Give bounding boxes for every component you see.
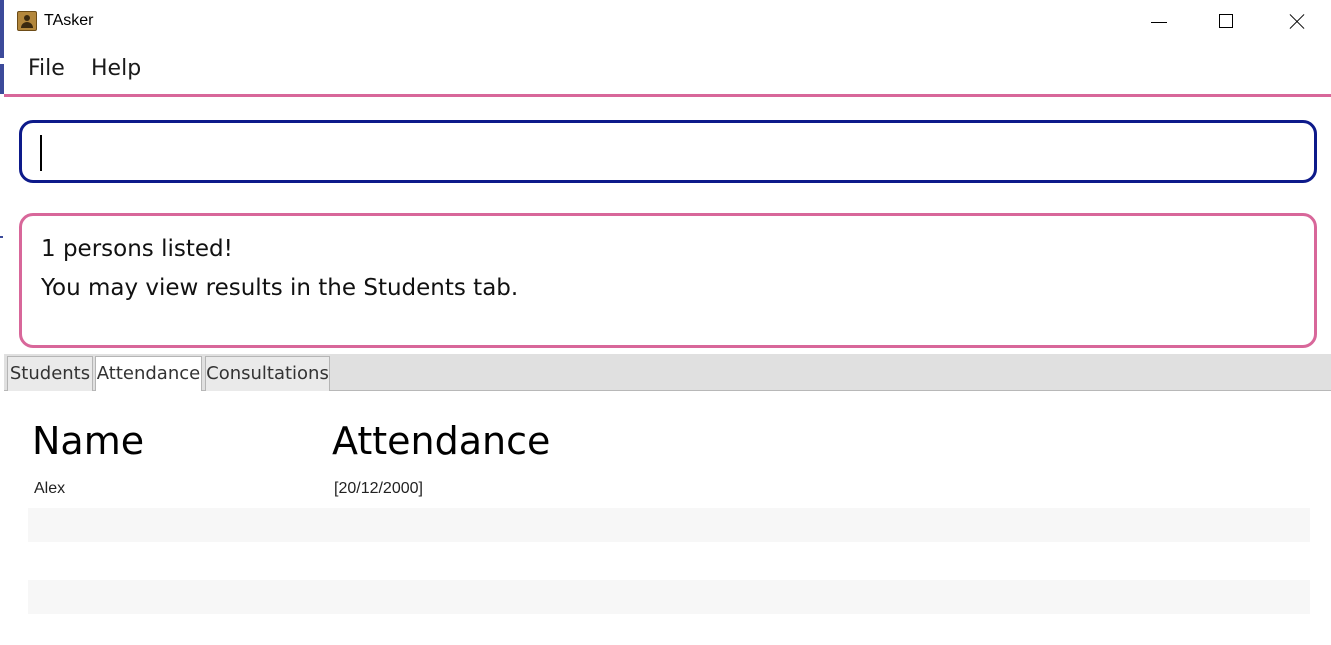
column-header-name: Name — [32, 419, 145, 463]
menu-help[interactable]: Help — [91, 56, 141, 81]
app-window: TAsker File Help 1 persons listed! You m… — [0, 0, 1331, 645]
attendance-panel: Name Attendance Alex [20/12/2000] — [4, 391, 1331, 645]
minimize-icon — [1151, 22, 1167, 23]
column-header-attendance: Attendance — [332, 419, 551, 463]
text-caret — [40, 135, 42, 171]
table-row[interactable]: Alex [20/12/2000] — [28, 473, 1310, 507]
student-name-cell: Alex — [34, 480, 66, 497]
table-row-empty — [28, 580, 1310, 614]
tab-students[interactable]: Students — [7, 356, 93, 391]
menu-bar: File Help — [4, 44, 1331, 97]
attendance-cell: [20/12/2000] — [334, 480, 423, 497]
result-message-line: You may view results in the Students tab… — [41, 275, 519, 301]
maximize-icon — [1219, 14, 1233, 28]
result-display: 1 persons listed! You may view results i… — [19, 213, 1317, 348]
maximize-button[interactable] — [1192, 0, 1262, 44]
person-card-icon — [17, 11, 37, 31]
tab-attendance[interactable]: Attendance — [95, 356, 202, 392]
menu-file[interactable]: File — [28, 56, 65, 81]
title-bar[interactable]: TAsker — [4, 0, 1331, 44]
tab-bar: Students Attendance Consultations — [4, 354, 1331, 392]
result-message-line: 1 persons listed! — [41, 236, 233, 262]
minimize-button[interactable] — [1124, 0, 1194, 44]
close-button[interactable] — [1262, 0, 1331, 44]
table-row-empty — [28, 543, 1310, 577]
window-title: TAsker — [44, 12, 94, 29]
table-row-empty — [28, 508, 1310, 542]
tab-consultations[interactable]: Consultations — [205, 356, 330, 391]
command-input[interactable] — [36, 131, 1300, 173]
command-box — [19, 120, 1317, 183]
